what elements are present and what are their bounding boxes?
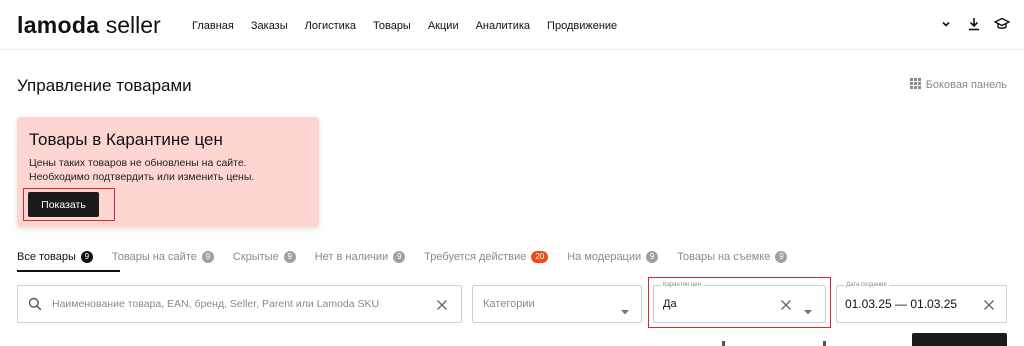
- search-icon: [28, 297, 42, 316]
- quarantine-filter-label: Карантин цен: [661, 281, 703, 290]
- tab-count-badge: 9: [80, 251, 93, 263]
- grid-icon: [909, 78, 921, 92]
- tab-on-site[interactable]: Товары на сайте 9: [112, 249, 214, 265]
- tab-label: Требуется действие: [424, 251, 527, 263]
- show-button[interactable]: Показать: [28, 192, 99, 217]
- nav-item-products[interactable]: Товары: [373, 18, 411, 34]
- tab-count-badge: 9: [775, 251, 788, 263]
- tab-action-required[interactable]: Требуется действие 20: [424, 249, 549, 265]
- close-icon[interactable]: [983, 298, 995, 316]
- tab-count-badge: 9: [646, 251, 659, 263]
- nav-item-promotions[interactable]: Акции: [428, 18, 459, 34]
- logo-seller: seller: [105, 12, 161, 38]
- card-description: Цены таких товаров не обновлены на сайте…: [29, 156, 254, 184]
- download-icon[interactable]: [966, 16, 982, 32]
- partial-icon: [722, 341, 725, 346]
- card-description-line2: Необходимо подтвердить или изменить цены…: [29, 171, 255, 183]
- partial-action-button[interactable]: [912, 333, 1007, 346]
- creation-date-range-field[interactable]: Дата создания 01.03.25 — 01.03.25: [836, 281, 1007, 323]
- card-description-line1: Цены таких товаров не обновлены на сайте…: [29, 157, 247, 169]
- logo-brand: lamoda: [17, 12, 100, 38]
- tab-label: На модерации: [567, 251, 642, 263]
- tab-count-badge: 9: [283, 251, 296, 263]
- tab-count-badge: 9: [201, 251, 214, 263]
- tab-label: Все товары: [17, 251, 76, 263]
- product-tabs: Все товары 9 Товары на сайте 9 Скрытые 9…: [17, 249, 806, 265]
- side-panel-label: Боковая панель: [925, 79, 1007, 91]
- graduation-cap-icon[interactable]: [994, 16, 1010, 32]
- nav-item-logistics[interactable]: Логистика: [305, 18, 356, 34]
- top-navigation-bar: lamoda seller Главная Заказы Логистика Т…: [0, 0, 1024, 50]
- tab-label: Товары на сайте: [111, 251, 197, 263]
- tab-all-products[interactable]: Все товары 9: [17, 249, 93, 265]
- nav-item-analytics[interactable]: Аналитика: [476, 18, 530, 34]
- active-tab-indicator: [17, 270, 120, 272]
- tab-count-badge: 20: [531, 251, 549, 263]
- chevron-down-icon[interactable]: [938, 16, 954, 32]
- category-placeholder: Категории: [483, 298, 535, 310]
- side-panel-toggle[interactable]: Боковая панель: [909, 78, 1007, 92]
- price-quarantine-card: Товары в Карантине цен Цены таких товаро…: [17, 117, 319, 227]
- caret-down-icon[interactable]: [804, 302, 812, 320]
- nav-item-home[interactable]: Главная: [192, 18, 234, 34]
- header-actions: [938, 16, 1010, 32]
- quarantine-filter-value: Да: [663, 298, 677, 310]
- date-range-value[interactable]: 01.03.25 — 01.03.25: [845, 297, 957, 311]
- close-icon[interactable]: [436, 298, 448, 316]
- tab-count-badge: 9: [393, 251, 406, 263]
- tab-label: Скрытые: [232, 251, 279, 263]
- product-search-field[interactable]: Наименование товара, EAN, бренд, Seller,…: [17, 285, 462, 323]
- search-input[interactable]: Наименование товара, EAN, бренд, Seller,…: [52, 298, 379, 310]
- main-nav: Главная Заказы Логистика Товары Акции Ан…: [192, 18, 634, 34]
- tab-label: Нет в наличии: [314, 251, 389, 263]
- tab-out-of-stock[interactable]: Нет в наличии 9: [314, 249, 406, 265]
- tab-label: Товары на съемке: [677, 251, 771, 263]
- nav-item-advertising[interactable]: Продвижение: [547, 18, 617, 34]
- tab-in-photoshoot[interactable]: Товары на съемке 9: [677, 249, 788, 265]
- lamoda-seller-logo[interactable]: lamoda seller: [17, 11, 161, 39]
- tab-on-moderation[interactable]: На модерации 9: [567, 249, 659, 265]
- page-title: Управление товарами: [17, 76, 192, 95]
- date-filter-label: Дата создания: [844, 281, 889, 290]
- partial-icon: [823, 341, 826, 346]
- price-quarantine-select[interactable]: Карантин цен Да: [653, 281, 826, 323]
- nav-item-orders[interactable]: Заказы: [251, 18, 288, 34]
- card-title: Товары в Карантине цен: [29, 130, 223, 149]
- caret-down-icon: [621, 302, 629, 320]
- category-select[interactable]: Категории: [472, 285, 642, 323]
- tab-hidden[interactable]: Скрытые 9: [233, 249, 296, 265]
- close-icon[interactable]: [780, 298, 792, 316]
